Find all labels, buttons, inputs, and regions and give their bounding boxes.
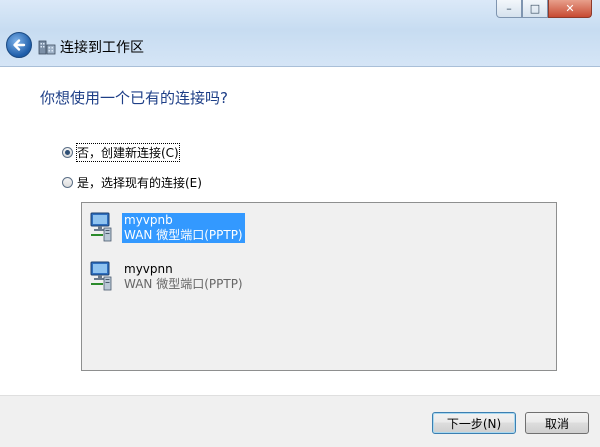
network-connection-icon: [90, 261, 112, 291]
existing-connections-list[interactable]: myvpnb WAN 微型端口(PPTP) myvpnn WAN 微型端口(PP…: [81, 202, 557, 371]
close-button[interactable]: ✕: [548, 0, 592, 18]
back-arrow-icon: [13, 39, 26, 51]
workplace-connection-icon: [38, 40, 56, 55]
list-item[interactable]: myvpnb WAN 微型端口(PPTP): [88, 211, 245, 243]
maximize-button[interactable]: □: [522, 0, 548, 18]
cancel-button[interactable]: 取消: [525, 412, 589, 434]
title-bar: – □ ✕ 连接到工作区: [0, 0, 600, 67]
list-item[interactable]: myvpnn WAN 微型端口(PPTP): [88, 260, 245, 292]
network-connection-icon: [90, 212, 112, 242]
back-button[interactable]: [6, 32, 32, 58]
connection-name: myvpnn: [124, 262, 173, 276]
wizard-content: 你想使用一个已有的连接吗? 否，创建新连接(C) 是，选择现有的连接(E) my…: [0, 67, 600, 395]
option-use-existing-label: 是，选择现有的连接(E): [77, 176, 202, 190]
window-controls: – □ ✕: [496, 0, 592, 18]
option-use-existing[interactable]: 是，选择现有的连接(E): [62, 174, 202, 191]
connection-type: WAN 微型端口(PPTP): [122, 228, 245, 243]
connection-type: WAN 微型端口(PPTP): [124, 277, 243, 291]
option-create-new[interactable]: 否，创建新连接(C): [62, 143, 180, 162]
wizard-footer: 下一步(N) 取消: [0, 395, 600, 447]
radio-use-existing[interactable]: [62, 177, 73, 188]
next-button[interactable]: 下一步(N): [432, 412, 516, 434]
radio-create-new[interactable]: [62, 147, 73, 158]
connection-name: myvpnb: [122, 213, 245, 228]
page-heading: 你想使用一个已有的连接吗?: [40, 89, 228, 107]
option-create-new-label: 否，创建新连接(C): [76, 143, 180, 162]
minimize-button[interactable]: –: [496, 0, 522, 18]
window-title: 连接到工作区: [60, 40, 144, 56]
